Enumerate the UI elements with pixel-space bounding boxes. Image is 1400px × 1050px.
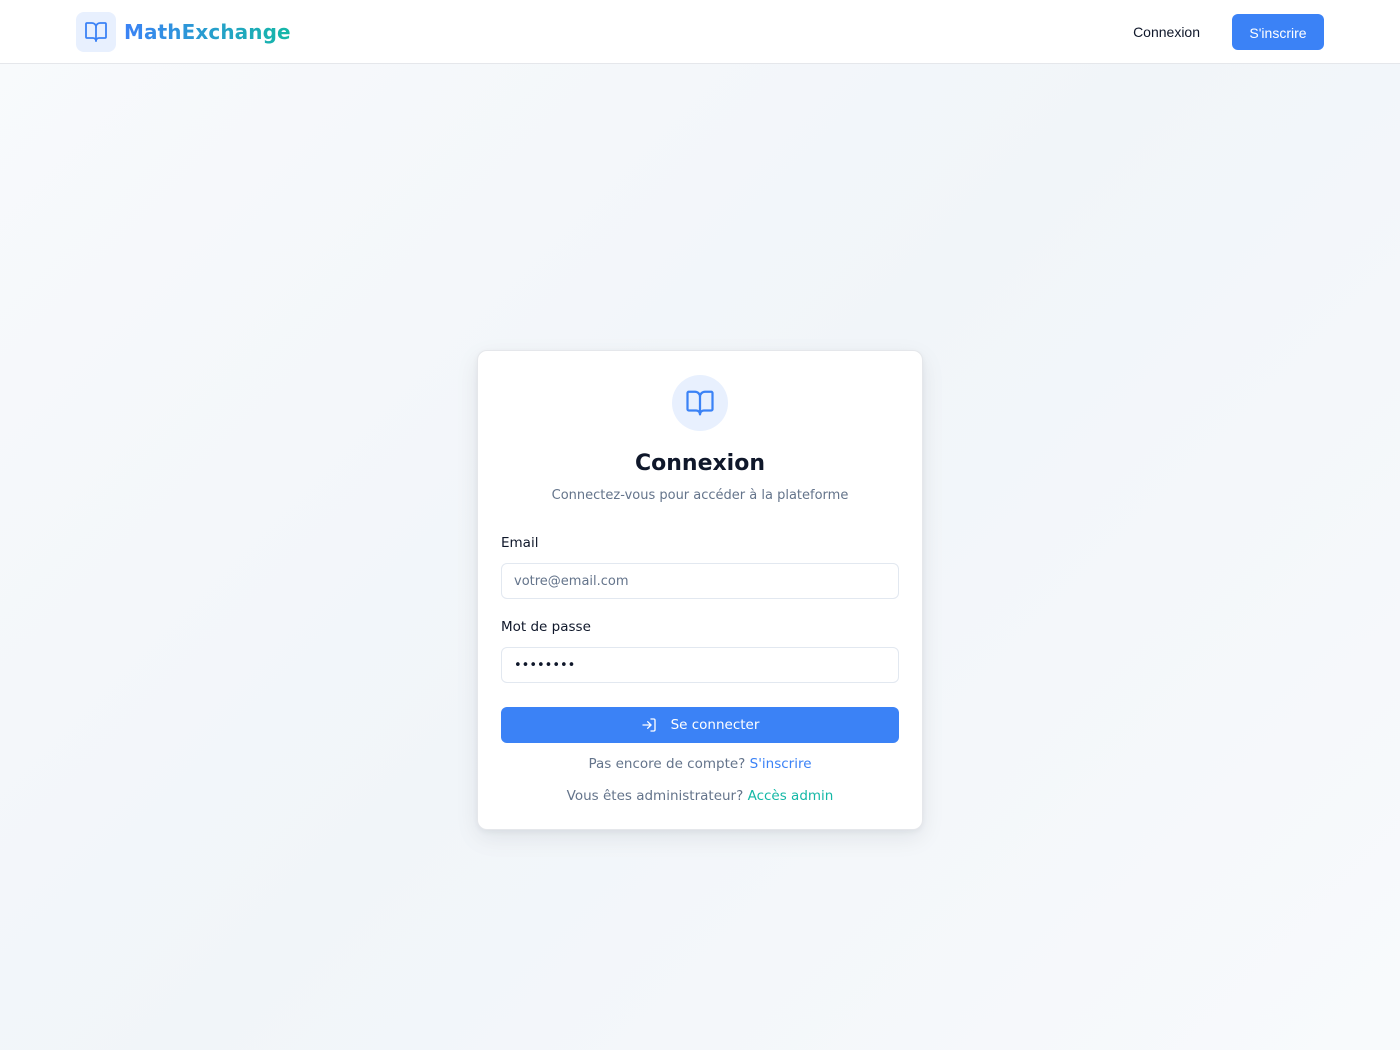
nav-login-button[interactable]: Connexion: [1113, 14, 1220, 50]
email-label: Email: [501, 535, 539, 551]
admin-prompt-row: Vous êtes administrateur? Accès admin: [478, 788, 922, 804]
signup-link[interactable]: S'inscrire: [750, 756, 812, 772]
signup-prompt-text: Pas encore de compte?: [588, 756, 746, 772]
password-label: Mot de passe: [501, 619, 591, 635]
nav-signup-button[interactable]: S'inscrire: [1232, 14, 1324, 50]
book-open-icon: [672, 375, 728, 431]
login-submit-button[interactable]: Se connecter: [501, 707, 899, 743]
login-card: Connexion Connectez-vous pour accéder à …: [477, 350, 923, 830]
login-submit-label: Se connecter: [670, 717, 760, 733]
book-open-icon: [76, 12, 116, 52]
email-field[interactable]: [501, 563, 899, 599]
log-in-icon: [641, 717, 657, 733]
top-navbar: MathExchange Connexion S'inscrire: [0, 0, 1400, 64]
signup-prompt-row: Pas encore de compte? S'inscrire: [478, 756, 922, 772]
admin-access-link[interactable]: Accès admin: [748, 788, 834, 804]
brand-logo-link[interactable]: MathExchange: [76, 12, 291, 52]
login-title: Connexion: [634, 451, 765, 476]
login-subtitle: Connectez-vous pour accéder à la platefo…: [551, 488, 849, 503]
password-field[interactable]: [501, 647, 899, 683]
brand-name: MathExchange: [124, 20, 291, 44]
admin-prompt-text: Vous êtes administrateur?: [566, 788, 744, 804]
